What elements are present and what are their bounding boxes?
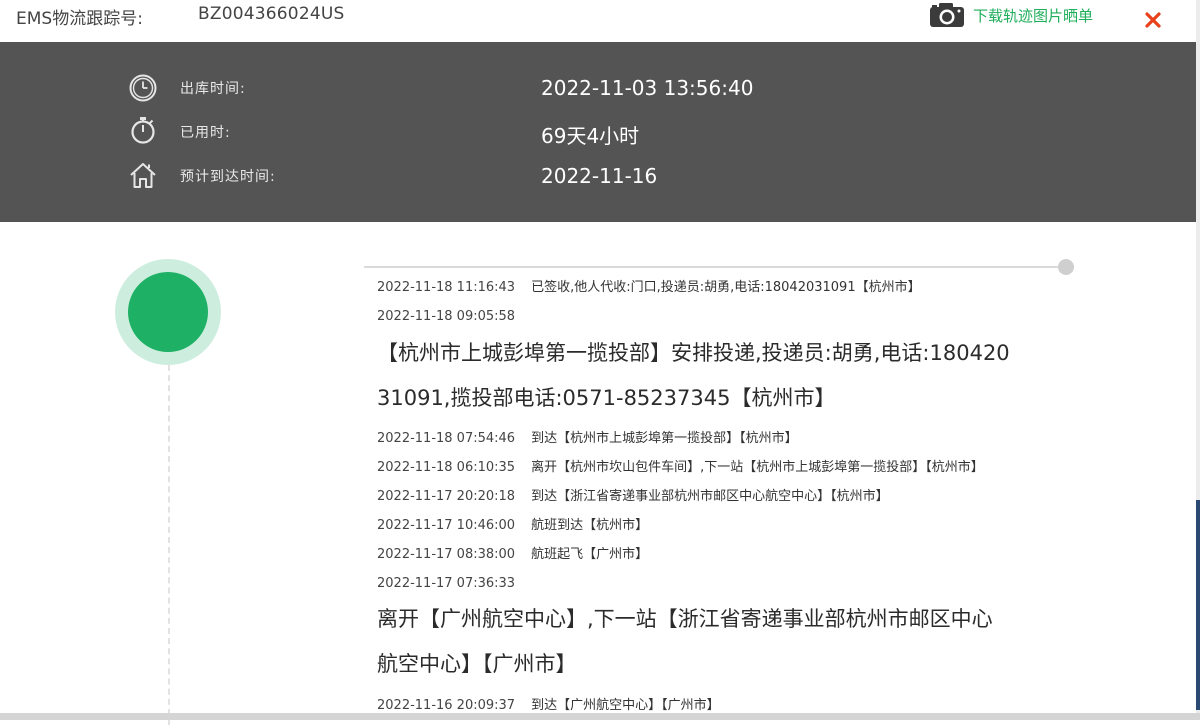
event-item: 2022-11-16 20:09:37 到达【广州航空中心】【广州市】 <box>377 694 720 713</box>
status-indicator-dot <box>128 272 208 352</box>
event-desc-highlight: 离开【广州航空中心】,下一站【浙江省寄递事业部杭州市邮区中心 航空中心】【广州市… <box>377 597 993 687</box>
tracking-label: EMS物流跟踪号: <box>16 9 143 29</box>
clock-icon <box>129 74 157 102</box>
info-row-dispatch-time: 出库时间: 2022-11-03 13:56:40 <box>0 68 1196 108</box>
event-desc: 到达【广州航空中心】【广州市】 <box>531 698 720 713</box>
event-desc-line: 31091,揽投部电话:0571-85237345【杭州市】 <box>377 386 836 410</box>
event-item: 2022-11-18 06:10:35 离开【杭州市坎山包件车间】,下一站【杭州市… <box>377 456 984 475</box>
event-time: 2022-11-18 07:54:46 <box>377 431 516 446</box>
event-desc: 航班起飞【广州市】 <box>531 547 649 562</box>
eta-value: 2022-11-16 <box>541 164 658 188</box>
event-desc-highlight: 【杭州市上城彭埠第一揽投部】安排投递,投递员:胡勇,电话:180420 3109… <box>377 331 1010 421</box>
event-desc-line: 航空中心】【广州市】 <box>377 652 577 676</box>
timeline-line <box>168 365 170 725</box>
bottom-edge <box>0 713 1200 720</box>
eta-label: 预计到达时间: <box>180 169 276 185</box>
home-icon <box>130 163 156 188</box>
event-desc: 到达【杭州市上城彭埠第一揽投部】【杭州市】 <box>531 431 798 446</box>
elapsed-label: 已用时: <box>180 125 231 141</box>
event-item: 2022-11-18 07:54:46 到达【杭州市上城彭埠第一揽投部】【杭州市】 <box>377 427 798 446</box>
scrollbar-thumb[interactable] <box>1196 500 1200 710</box>
event-item: 2022-11-17 20:20:18 到达【浙江省寄递事业部杭州市邮区中心航空中… <box>377 485 889 504</box>
event-item: 2022-11-17 08:38:00 航班起飞【广州市】 <box>377 543 648 562</box>
event-desc-line: 离开【广州航空中心】,下一站【浙江省寄递事业部杭州市邮区中心 <box>377 607 993 631</box>
event-time: 2022-11-17 10:46:00 <box>377 518 516 533</box>
event-time: 2022-11-18 09:05:58 <box>377 309 516 324</box>
events-top-rule <box>364 266 1066 268</box>
event-item: 2022-11-17 10:46:00 航班到达【杭州市】 <box>377 514 648 533</box>
top-bar: EMS物流跟踪号: BZ004366024US 下载轨迹图片晒单 <box>0 0 1196 43</box>
event-item: 2022-11-17 07:36:33 <box>377 572 515 591</box>
event-time: 2022-11-18 06:10:35 <box>377 460 516 475</box>
stopwatch-icon <box>131 117 155 144</box>
download-track-image-link[interactable]: 下载轨迹图片晒单 <box>973 5 1093 26</box>
close-icon[interactable] <box>1142 8 1164 30</box>
event-desc: 已签收,他人代收:门口,投递员:胡勇,电话:18042031091【杭州市】 <box>531 280 921 295</box>
events-top-dot <box>1058 259 1074 275</box>
info-row-elapsed: 已用时: 69天4小时 <box>0 112 1196 152</box>
dispatch-time-value: 2022-11-03 13:56:40 <box>541 76 754 100</box>
shipment-info-panel: 出库时间: 2022-11-03 13:56:40 已用时: 69天4小时 预计… <box>0 42 1196 222</box>
camera-icon[interactable] <box>929 0 965 28</box>
event-time: 2022-11-16 20:09:37 <box>377 698 516 713</box>
info-row-eta: 预计到达时间: 2022-11-16 <box>0 156 1196 196</box>
dispatch-time-label: 出库时间: <box>180 81 246 97</box>
event-desc-line: 【杭州市上城彭埠第一揽投部】安排投递,投递员:胡勇,电话:180420 <box>377 341 1010 365</box>
event-item: 2022-11-18 09:05:58 <box>377 305 515 324</box>
event-desc: 到达【浙江省寄递事业部杭州市邮区中心航空中心】【杭州市】 <box>531 489 889 504</box>
event-time: 2022-11-17 20:20:18 <box>377 489 516 504</box>
event-time: 2022-11-17 07:36:33 <box>377 576 516 591</box>
event-item: 2022-11-18 11:16:43 已签收,他人代收:门口,投递员:胡勇,电话… <box>377 276 921 295</box>
event-desc: 航班到达【杭州市】 <box>531 518 649 533</box>
event-time: 2022-11-18 11:16:43 <box>377 280 516 295</box>
event-desc: 离开【杭州市坎山包件车间】,下一站【杭州市上城彭埠第一揽投部】【杭州市】 <box>531 460 984 475</box>
tracking-number: BZ004366024US <box>198 4 345 24</box>
event-time: 2022-11-17 08:38:00 <box>377 547 516 562</box>
elapsed-value: 69天4小时 <box>541 124 640 148</box>
